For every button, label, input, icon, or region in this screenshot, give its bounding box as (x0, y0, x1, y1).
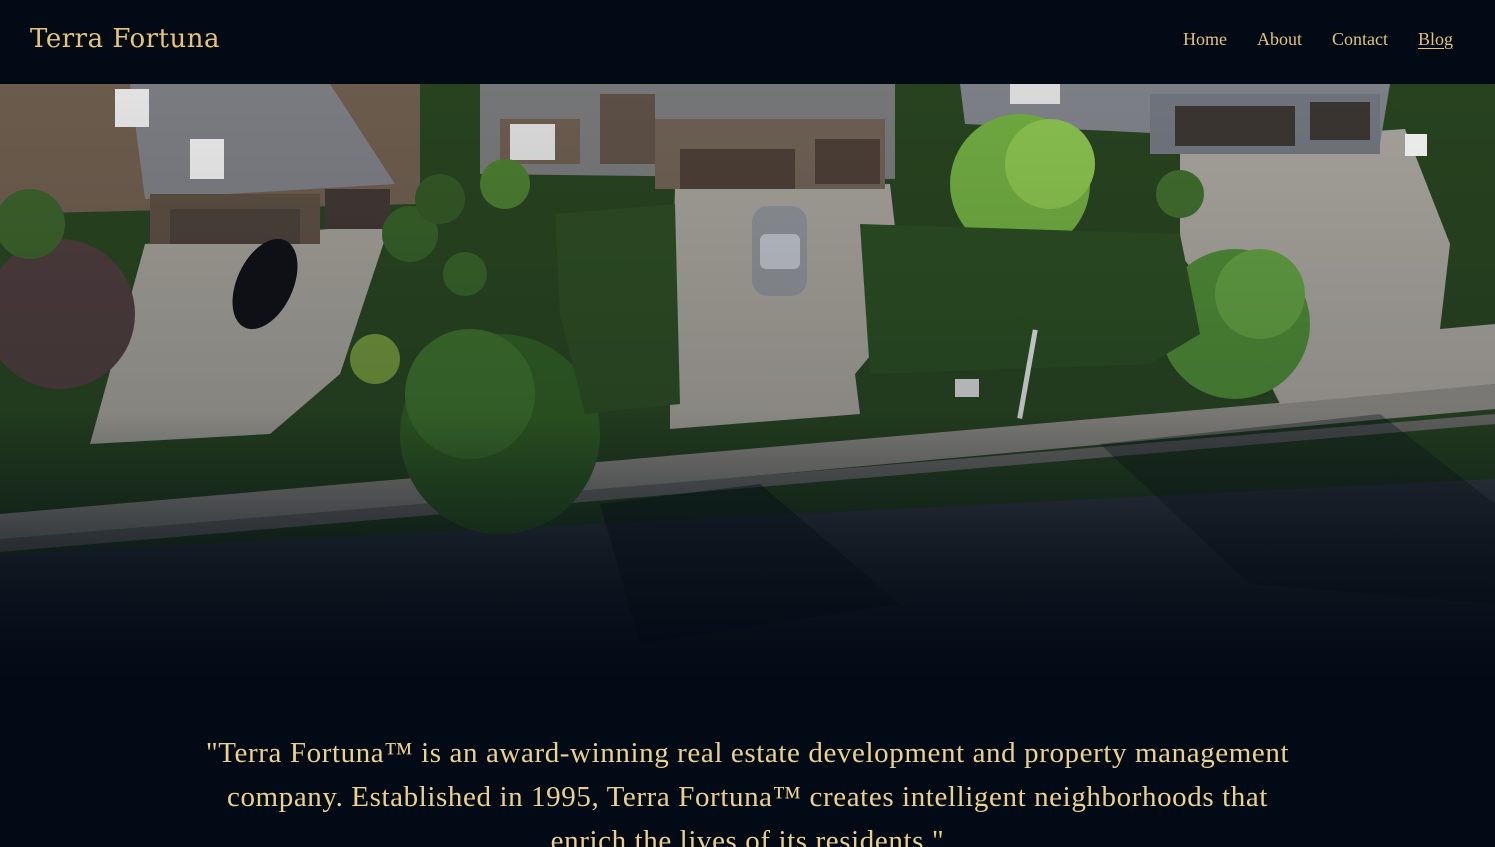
nav-home-link[interactable]: Home (1183, 27, 1227, 51)
nav-contact-link[interactable]: Contact (1332, 27, 1388, 51)
aerial-neighborhood-photo (0, 84, 1495, 684)
nav-blog-link[interactable]: Blog (1418, 27, 1453, 51)
nav-about-link[interactable]: About (1257, 27, 1302, 51)
main-nav: Home About Contact Blog (1183, 27, 1453, 51)
company-intro-quote: "Terra Fortuna™ is an award-winning real… (205, 737, 1290, 847)
hero-image (0, 84, 1495, 684)
page: Terra Fortuna Home About Contact Blog "T… (0, 0, 1495, 847)
site-header: Terra Fortuna Home About Contact Blog (0, 0, 1495, 84)
brand-logo[interactable]: Terra Fortuna (30, 22, 220, 56)
